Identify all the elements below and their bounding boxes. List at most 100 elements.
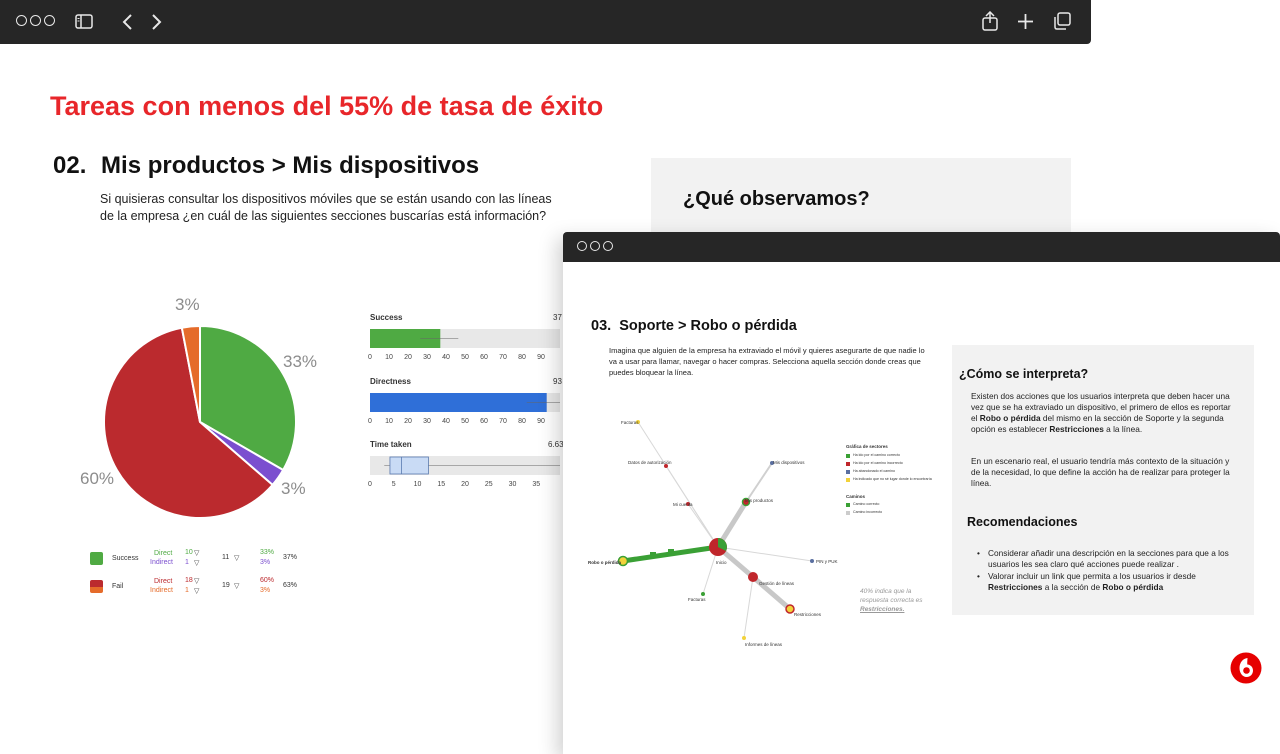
legend-pct-indirect: 3% — [260, 559, 271, 566]
share-icon[interactable] — [981, 11, 999, 31]
pietree-diagram: Facturas Datos de autorización Mi cuenta… — [588, 420, 838, 647]
recommendations-title: Recomendaciones — [967, 515, 1078, 529]
legend-pct-total: 37% — [283, 554, 298, 561]
legend-direct-label: Direct — [154, 550, 173, 557]
pie-label-fail-indirect: 3% — [175, 295, 200, 314]
legend-direct-count: 18 — [185, 577, 193, 584]
second-window: 03. Soporte > Robo o pérdida Imagina que… — [563, 232, 1280, 754]
axis-tick-label: 35 — [532, 481, 540, 488]
axis-tick-label: 70 — [499, 418, 507, 425]
axis-tick-label: 40 — [442, 354, 450, 361]
legend-swatch — [846, 462, 850, 466]
axis-tick-label: 80 — [518, 354, 526, 361]
axis-tick-label: 60 — [480, 418, 488, 425]
plus-icon[interactable] — [1017, 13, 1034, 30]
node-facturas-2 — [701, 592, 705, 596]
legend-indirect-label: Indirect — [150, 559, 173, 566]
axis-tick-label: 0 — [368, 354, 372, 361]
box — [389, 456, 429, 475]
bar-fill — [370, 393, 547, 412]
legend-swatch — [90, 587, 103, 593]
path-marker — [668, 549, 674, 555]
axis-tick-label: 10 — [385, 354, 393, 361]
bar-label-success: Success — [370, 313, 403, 322]
window-dot-icon[interactable] — [577, 241, 587, 251]
legend-swatch — [846, 470, 850, 474]
legend-swatch — [846, 503, 850, 507]
bullet-icon: • — [977, 548, 980, 558]
filter-icon: ▽ — [194, 578, 200, 585]
bar-label-directness: Directness — [370, 377, 411, 386]
path-line — [745, 462, 773, 503]
axis-tick-label: 20 — [461, 481, 469, 488]
text-run: Valorar incluir un link que permita a lo… — [988, 571, 1196, 581]
browser-toolbar — [0, 0, 1091, 44]
window-controls[interactable] — [16, 15, 55, 26]
sidebar-icon[interactable] — [75, 14, 93, 29]
slide-heading: Tareas con menos del 55% de tasa de éxit… — [50, 91, 604, 121]
legend-success: Success Direct Indirect 10 1 ▽ ▽ 11 ▽ 33… — [90, 549, 320, 571]
bar-value-directness: 93 — [553, 377, 562, 386]
pietree-legend: Gráfica de sectores Ha ido por el camino… — [846, 444, 946, 524]
note-text: 40% indica que la respuesta correcta es — [860, 588, 923, 604]
recommendation-1: Considerar añadir una descripción en la … — [988, 548, 1229, 569]
chevron-right-icon[interactable] — [150, 14, 162, 30]
filter-icon: ▽ — [194, 550, 200, 557]
interpretation-panel: ¿Cómo se interpreta? Existen dos accione… — [952, 345, 1254, 615]
legend-item: Ha ido por el camino correcto — [853, 453, 900, 457]
node-restricciones — [785, 604, 795, 614]
legend-item: Camino correcto — [853, 502, 880, 506]
paths-title: Caminos — [846, 494, 866, 499]
window-dot-icon[interactable] — [590, 241, 600, 251]
path-line — [743, 576, 754, 639]
task-number: 03. — [591, 318, 612, 334]
text-bold: Robo o pérdida — [979, 413, 1041, 423]
pie-label-fail-direct: 60% — [80, 469, 115, 488]
interpret-title: ¿Cómo se interpreta? — [959, 367, 1089, 381]
window-controls[interactable] — [577, 241, 613, 251]
legend-item: Ha ido por el camino incorrecto — [853, 461, 903, 465]
pietree-paths — [622, 421, 813, 639]
axis-tick-label: 90 — [537, 354, 545, 361]
node-label: Informes de líneas — [745, 642, 783, 647]
filter-icon: ▽ — [194, 560, 200, 567]
axis-tick-label: 10 — [385, 418, 393, 425]
filter-icon: ▽ — [194, 588, 200, 595]
tabs-icon[interactable] — [1053, 12, 1071, 30]
node-label: Gestión de líneas — [759, 581, 795, 586]
axis-tick-label: 60 — [480, 354, 488, 361]
axis-tick-label: 10 — [414, 481, 422, 488]
legend-item: Ha indicado que no sé lugar donde lo enc… — [853, 477, 932, 481]
node-informes-lineas — [742, 636, 746, 640]
task-title-text: Mis productos > Mis dispositivos — [101, 152, 480, 179]
axis-tick-label: 30 — [423, 418, 431, 425]
filter-icon: ▽ — [234, 583, 240, 590]
results-pie-chart — [103, 324, 297, 519]
text-bold: Robo o pérdida — [1102, 582, 1164, 592]
axis-tick-label: 70 — [499, 354, 507, 361]
legend-direct-count: 10 — [185, 549, 193, 556]
window-dot-icon[interactable] — [30, 15, 41, 26]
interpret-paragraph-1: Existen dos acciones que los usuarios in… — [971, 391, 1233, 435]
node-label: Datos de autorización — [628, 460, 672, 465]
second-window-toolbar — [563, 232, 1280, 262]
node-label: Inicio — [716, 560, 727, 565]
window-dot-icon[interactable] — [16, 15, 27, 26]
node-label: Facturas — [621, 420, 639, 425]
legend-indirect-count: 1 — [185, 559, 189, 566]
legend-item: Camino incorrecto — [853, 510, 883, 514]
text-bold: Restricciones — [988, 582, 1043, 592]
bullet-icon: • — [977, 571, 980, 581]
legend-swatch — [90, 552, 103, 565]
window-dot-icon[interactable] — [603, 241, 613, 251]
note-emphasis: Restricciones. — [860, 606, 905, 613]
task-title: 02. Mis productos > Mis dispositivos — [53, 152, 479, 180]
chevron-left-icon[interactable] — [122, 14, 134, 30]
axis-tick-label: 50 — [461, 418, 469, 425]
text-run: a la sección de — [1042, 582, 1103, 592]
bar-value-time: 6.63 — [548, 440, 564, 449]
path-marker — [650, 552, 656, 558]
legend-name: Success — [112, 555, 139, 562]
window-dot-icon[interactable] — [44, 15, 55, 26]
legend-title: Gráfica de sectores — [846, 444, 888, 449]
